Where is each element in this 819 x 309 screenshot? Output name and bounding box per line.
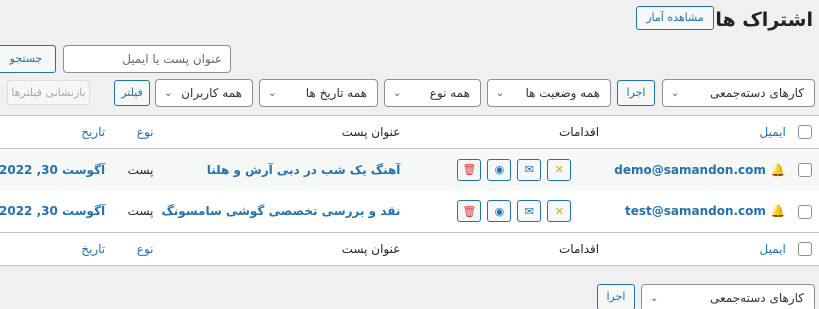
subscriber-email[interactable]: demo@samandon.com (614, 163, 766, 177)
table-footer-row: ایمیل اقدامات عنوان پست نوع تاریخ (0, 232, 819, 266)
bell-icon: 🔔 (770, 162, 786, 177)
column-actions: اقدامات (408, 115, 600, 149)
column-actions-footer: اقدامات (408, 232, 600, 266)
page-title: اشتراک ها (715, 9, 813, 31)
bell-off-icon[interactable]: ✕ (547, 158, 572, 181)
status-filter-select[interactable]: ⌄ همه وضعیت ها (487, 79, 611, 107)
select-all-checkbox-footer[interactable] (798, 242, 812, 257)
post-title-link[interactable]: آهنگ یک شب در دبی آرش و هلنا (207, 163, 401, 177)
chevron-down-icon: ⌄ (268, 87, 277, 99)
row-checkbox[interactable] (798, 163, 812, 177)
chevron-down-icon: ⌄ (496, 87, 505, 99)
chevron-down-icon: ⌄ (671, 87, 680, 99)
column-post-title: عنوان پست (161, 115, 409, 149)
envelope-icon[interactable]: ✉ (517, 158, 542, 181)
post-type: پست (127, 204, 154, 219)
subscription-date: آگوست 30, 2022 (0, 204, 106, 219)
post-title-link[interactable]: نقد و بررسی تخصصی گوشی سامسونگ (162, 204, 401, 218)
view-stats-button[interactable]: مشاهده آمار (636, 6, 714, 30)
row-actions: 🗑 ◉ ✉ ✕ (408, 200, 599, 223)
subscriptions-table: ایمیل اقدامات عنوان پست نوع تاریخ 🔔 demo@… (0, 115, 819, 266)
bulk-actions-select-bottom[interactable]: ⌄ کارهای دسته‌جمعی (641, 284, 815, 309)
table-row: 🔔 test@samandon.com 🗑 ◉ ✉ ✕ نقد و بررسی ت… (0, 191, 819, 233)
subscription-date: آگوست 30, 2022 (0, 162, 106, 177)
column-date[interactable]: تاریخ (0, 115, 114, 149)
subscriber-email[interactable]: test@samandon.com (625, 204, 766, 218)
search-input[interactable]: عنوان پست یا ایمیل (63, 45, 231, 73)
search-button[interactable]: جستجو (0, 45, 56, 73)
chevron-down-icon: ⌄ (164, 87, 173, 99)
chevron-down-icon: ⌄ (650, 292, 659, 304)
trash-icon[interactable]: 🗑 (457, 200, 482, 223)
table-row: 🔔 demo@samandon.com 🗑 ◉ ✉ ✕ آهنگ یک شب در… (0, 148, 819, 191)
column-email-footer[interactable]: ایمیل (599, 232, 794, 266)
date-filter-select[interactable]: ⌄ همه تاریخ ها (259, 79, 378, 107)
bell-icon: 🔔 (770, 204, 786, 219)
column-post-title-footer: عنوان پست (161, 232, 409, 266)
chevron-down-icon: ⌄ (393, 87, 402, 99)
eye-icon[interactable]: ◉ (487, 158, 512, 181)
bell-off-icon[interactable]: ✕ (547, 200, 572, 223)
user-filter-select[interactable]: ⌄ همه کاربران (155, 79, 253, 107)
eye-icon[interactable]: ◉ (487, 200, 512, 223)
reset-filters-button[interactable]: بازنشانی فیلترها (7, 80, 90, 105)
type-filter-select[interactable]: ⌄ همه نوع (384, 79, 481, 107)
trash-icon[interactable]: 🗑 (457, 158, 482, 181)
column-type[interactable]: نوع (113, 115, 162, 149)
row-actions: 🗑 ◉ ✉ ✕ (408, 158, 599, 181)
bulk-actions-select[interactable]: ⌄ کارهای دسته‌جمعی (662, 79, 815, 107)
post-type: پست (127, 162, 154, 177)
select-all-checkbox[interactable] (798, 125, 812, 140)
column-type-footer[interactable]: نوع (113, 232, 162, 266)
row-checkbox[interactable] (798, 204, 812, 219)
column-email[interactable]: ایمیل (599, 115, 794, 149)
apply-button[interactable]: اجرا (617, 80, 655, 106)
envelope-icon[interactable]: ✉ (517, 200, 542, 223)
column-date-footer[interactable]: تاریخ (0, 232, 114, 266)
table-header-row: ایمیل اقدامات عنوان پست نوع تاریخ (0, 115, 819, 149)
apply-button-bottom[interactable]: اجرا (597, 284, 635, 309)
filter-button[interactable]: فیلتر (114, 80, 150, 106)
